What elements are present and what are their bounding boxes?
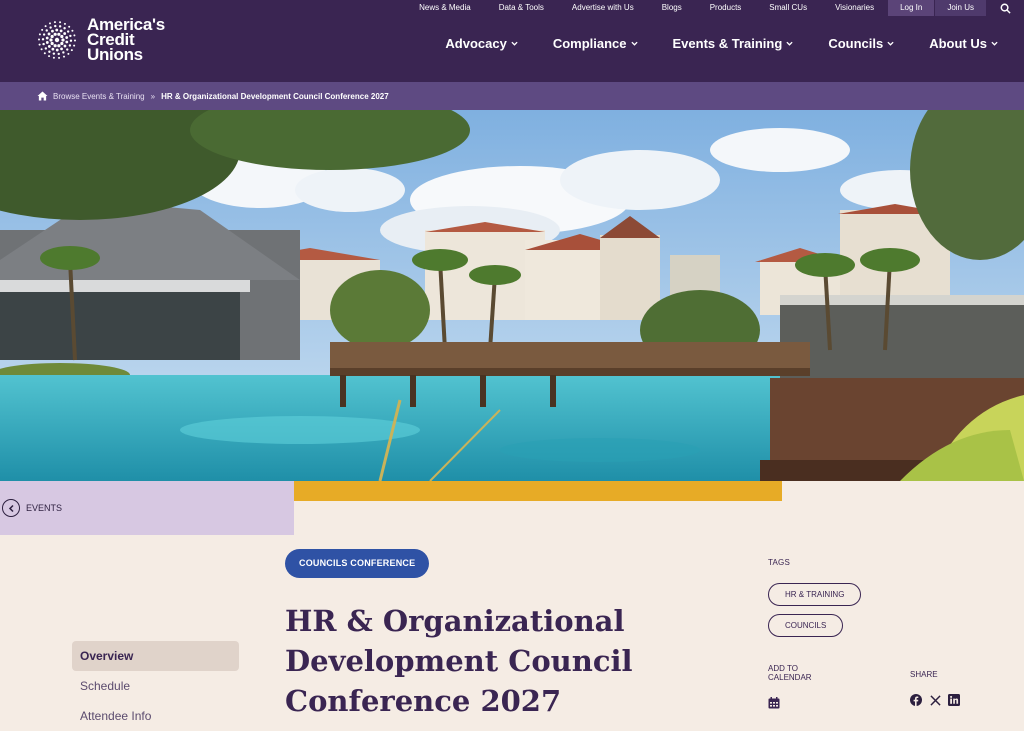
back-arrow-icon: [2, 499, 20, 517]
utility-link-small-cus[interactable]: Small CUs: [755, 0, 821, 16]
linkedin-share-button[interactable]: [947, 693, 961, 707]
chevron-down-icon: [991, 41, 998, 46]
site-header: America's Credit Unions News & Media Dat…: [0, 0, 1024, 82]
add-to-calendar-label: ADD TO CALENDAR: [768, 664, 812, 682]
facebook-icon: [910, 694, 922, 706]
main-nav: Advocacy Compliance Events & Training Co…: [410, 36, 998, 51]
chevron-down-icon: [887, 41, 894, 46]
section-nav-overview[interactable]: Overview: [72, 641, 239, 671]
utility-link-visionaries[interactable]: Visionaries: [821, 0, 888, 16]
nav-compliance[interactable]: Compliance: [553, 36, 638, 51]
x-share-button[interactable]: [928, 693, 942, 707]
nav-events-training-label: Events & Training: [672, 36, 783, 51]
search-icon: [1000, 3, 1011, 14]
utility-nav: News & Media Data & Tools Advertise with…: [405, 0, 1024, 16]
logo-mark-icon: [38, 20, 76, 59]
chevron-down-icon: [630, 41, 638, 46]
breadcrumb: Browse Events & Training » HR & Organiza…: [0, 82, 1024, 110]
nav-advocacy[interactable]: Advocacy: [445, 36, 518, 51]
nav-advocacy-label: Advocacy: [445, 36, 507, 51]
logo-wordmark: America's Credit Unions: [87, 16, 165, 64]
login-button[interactable]: Log In: [888, 0, 935, 16]
breadcrumb-current: HR & Organizational Development Council …: [161, 91, 389, 101]
x-icon: [929, 694, 941, 706]
nav-about-us-label: About Us: [929, 36, 987, 51]
events-back-link[interactable]: EVENTS: [0, 481, 294, 535]
hero-image: [0, 110, 1024, 481]
tag-hr-training[interactable]: HR & TRAINING: [768, 583, 862, 606]
nav-councils[interactable]: Councils: [828, 36, 894, 51]
chevron-down-icon: [786, 41, 793, 46]
utility-link-blogs[interactable]: Blogs: [648, 0, 696, 16]
section-nav-attendee-info[interactable]: Attendee Info: [72, 701, 239, 731]
logo-line-3: Unions: [87, 45, 143, 64]
category-badge: COUNCILS CONFERENCE: [285, 549, 430, 578]
chevron-down-icon: [511, 41, 518, 46]
share-icons: [909, 693, 966, 707]
section-nav: Overview Schedule Attendee Info: [72, 641, 239, 731]
breadcrumb-parent-link[interactable]: Browse Events & Training: [53, 92, 145, 101]
nav-about-us[interactable]: About Us: [929, 36, 998, 51]
utility-link-news-media[interactable]: News & Media: [405, 0, 485, 16]
join-button[interactable]: Join Us: [935, 0, 986, 16]
tags-heading: TAGS: [768, 558, 790, 567]
hero-photo-resort-lagoon: [0, 110, 1024, 481]
nav-events-training[interactable]: Events & Training: [673, 36, 794, 51]
breadcrumb-separator: »: [150, 91, 156, 101]
tag-councils[interactable]: COUNCILS: [768, 614, 844, 637]
nav-councils-label: Councils: [828, 36, 884, 51]
facebook-share-button[interactable]: [909, 693, 923, 707]
search-button[interactable]: [986, 0, 1024, 16]
linkedin-icon: [948, 694, 960, 706]
section-nav-schedule[interactable]: Schedule: [72, 671, 239, 701]
share-label: SHARE: [910, 670, 938, 679]
utility-link-products[interactable]: Products: [696, 0, 756, 16]
utility-link-advertise[interactable]: Advertise with Us: [558, 0, 648, 16]
utility-link-data-tools[interactable]: Data & Tools: [485, 0, 558, 16]
accent-bar: [294, 481, 782, 501]
calendar-icon[interactable]: [768, 697, 780, 709]
nav-compliance-label: Compliance: [552, 36, 627, 51]
home-icon[interactable]: [37, 91, 48, 101]
page-title: HR & Organizational Development Council …: [285, 604, 633, 718]
logo[interactable]: America's Credit Unions: [37, 16, 165, 64]
events-back-label: EVENTS: [26, 503, 63, 513]
